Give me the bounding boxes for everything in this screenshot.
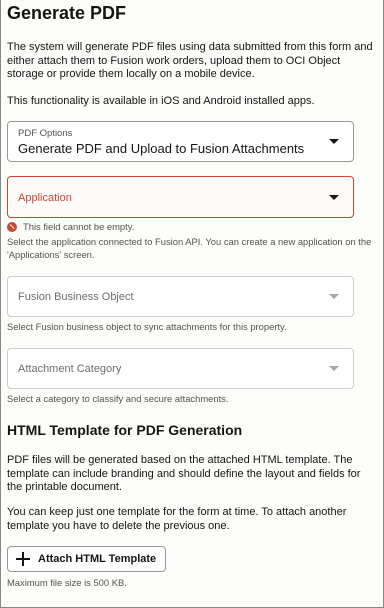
application-error-text: This field cannot be empty. bbox=[23, 221, 135, 232]
template-note: You can keep just one template for the f… bbox=[7, 506, 347, 532]
fusion-business-object-helper: Select Fusion business object to sync at… bbox=[7, 321, 287, 332]
chevron-down-icon bbox=[329, 366, 339, 371]
application-helper: Select the application connected to Fusi… bbox=[7, 236, 372, 260]
template-description: PDF files will be generated based on the… bbox=[7, 454, 361, 493]
attach-html-template-button[interactable]: Attach HTML Template bbox=[7, 546, 166, 572]
attach-html-template-label: Attach HTML Template bbox=[38, 553, 157, 565]
pdf-options-select[interactable]: PDF Options Generate PDF and Upload to F… bbox=[7, 121, 354, 162]
application-select[interactable]: Application bbox=[7, 176, 354, 218]
page-title: Generate PDF bbox=[7, 3, 127, 23]
plus-icon bbox=[16, 552, 30, 566]
chevron-down-icon[interactable] bbox=[329, 139, 339, 144]
application-error-message: This field cannot be empty. bbox=[7, 221, 134, 232]
attachment-category-placeholder: Attachment Category bbox=[18, 363, 122, 375]
error-circle-icon bbox=[7, 221, 17, 232]
application-placeholder: Application bbox=[18, 192, 72, 204]
attachment-category-select[interactable]: Attachment Category bbox=[7, 348, 354, 389]
intro-text: The system will generate PDF files using… bbox=[7, 41, 373, 80]
generate-pdf-panel: Generate PDF The system will generate PD… bbox=[0, 0, 384, 608]
chevron-down-icon bbox=[329, 294, 339, 299]
fusion-business-object-select[interactable]: Fusion Business Object bbox=[7, 276, 354, 317]
attachment-category-helper: Select a category to classify and secure… bbox=[7, 393, 229, 404]
chevron-down-icon[interactable] bbox=[329, 195, 339, 200]
template-section-title: HTML Template for PDF Generation bbox=[7, 422, 243, 438]
pdf-options-value: Generate PDF and Upload to Fusion Attach… bbox=[18, 141, 305, 156]
fusion-business-object-placeholder: Fusion Business Object bbox=[18, 291, 134, 303]
file-size-limit: Maximum file size is 500 KB. bbox=[7, 577, 127, 588]
availability-text: This functionality is available in iOS a… bbox=[7, 95, 315, 107]
pdf-options-label: PDF Options bbox=[18, 128, 73, 139]
